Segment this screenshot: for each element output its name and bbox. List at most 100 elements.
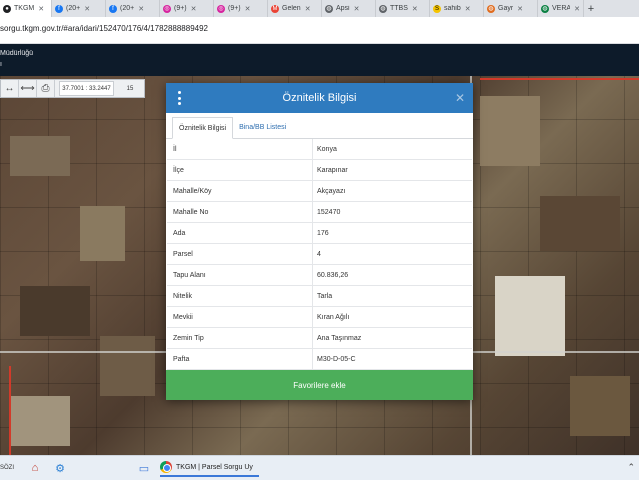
tab-building-list[interactable]: Bina/BB Listesi <box>233 116 292 138</box>
row-key: Mevkii <box>173 313 193 321</box>
home-icon[interactable]: ⌂ <box>27 460 43 476</box>
table-row: Mevkii Kıran Ağılı <box>167 306 472 328</box>
browser-tab-10[interactable]: ◍ VERA ✕ <box>538 0 584 17</box>
table-row: Tapu Alanı 60.836,26 <box>167 264 472 286</box>
row-value: 176 <box>312 222 472 244</box>
browser-tab-label: Apsi <box>336 5 350 12</box>
map-field <box>10 396 70 446</box>
browser-tab-7[interactable]: ◍ TTBS ✕ <box>376 0 430 17</box>
close-icon[interactable]: ✕ <box>305 5 311 13</box>
browser-tab-9[interactable]: ◍ Gayr ✕ <box>484 0 538 17</box>
site-icon: ◍ <box>541 4 549 13</box>
map-field <box>480 96 540 166</box>
close-icon[interactable]: ✕ <box>354 5 360 13</box>
browser-tab-1[interactable]: f (20+ ✕ <box>52 0 106 17</box>
new-tab-button[interactable]: + <box>584 0 598 17</box>
row-key: İl <box>173 145 177 153</box>
map-field <box>570 376 630 436</box>
map-field <box>80 206 125 261</box>
tray-icon[interactable]: ⌃ <box>627 462 635 473</box>
organization-subtitle: ı <box>0 61 2 68</box>
row-key: Mahalle/Köy <box>173 187 212 195</box>
row-value: Kıran Ağılı <box>312 306 472 328</box>
row-value: Tarla <box>312 285 472 307</box>
close-icon[interactable]: ✕ <box>138 5 144 13</box>
close-icon[interactable]: ✕ <box>517 5 523 13</box>
dialog-tabs: Öznitelik Bilgisi Bina/BB Listesi <box>166 113 473 139</box>
instagram-icon: ◎ <box>163 4 171 13</box>
row-key: İlçe <box>173 166 184 174</box>
map-field <box>100 336 155 396</box>
row-value: M30-D-05-C <box>312 348 472 370</box>
row-value: Karapınar <box>312 159 472 181</box>
table-row: Zemin Tip Ana Taşınmaz <box>167 327 472 349</box>
browser-tab-label: VERA <box>552 5 571 12</box>
zoom-level: 15 <box>126 85 134 92</box>
taskbar-app-chrome[interactable]: TKGM | Parsel Sorgu Uy <box>160 459 259 477</box>
file-icon[interactable]: ▭ <box>136 460 152 476</box>
map-field <box>540 196 620 251</box>
browser-tab-4[interactable]: ◎ (9+) ✕ <box>214 0 268 17</box>
browser-tab-label: TTBS <box>390 5 408 12</box>
table-row: Pafta M30-D-05-C <box>167 348 472 370</box>
taskbar-app-label: TKGM | Parsel Sorgu Uy <box>176 463 253 471</box>
coordinate-readout: 37.7001 : 33.2447 <box>59 81 114 96</box>
row-key: Nitelik <box>173 292 193 300</box>
kebab-menu-icon[interactable] <box>176 91 182 105</box>
row-key: Pafta <box>173 355 190 363</box>
browser-tab-strip: ● TKGM ✕ f (20+ ✕ f (20+ ✕ ◎ (9+) ✕ ◎ (9… <box>0 0 639 17</box>
map-boundary-line <box>9 366 11 455</box>
close-icon[interactable]: ✕ <box>455 91 465 105</box>
site-icon: ◍ <box>379 4 387 13</box>
browser-tab-label: (9+) <box>174 5 187 12</box>
browser-tab-0[interactable]: ● TKGM ✕ <box>0 0 52 17</box>
measure-icon[interactable]: ⟷ <box>19 80 37 97</box>
attribute-table: İl Konya İlçe Karapınar Mahalle/Köy Akçayaz… <box>166 138 473 370</box>
browser-tab-label: (20+ <box>120 5 135 12</box>
sahibinden-icon: S <box>433 4 441 13</box>
add-to-favorites-button[interactable]: Favorilere ekle <box>166 370 473 400</box>
close-icon[interactable]: ✕ <box>245 5 251 13</box>
site-icon: ◍ <box>325 4 333 13</box>
table-row: Nitelik Tarla <box>167 285 472 307</box>
row-value: 152470 <box>312 201 472 223</box>
close-icon[interactable]: ✕ <box>38 5 44 13</box>
browser-tab-3[interactable]: ◎ (9+) ✕ <box>160 0 214 17</box>
taskbar: SÖZI ⌂ ⚙ ▭ TKGM | Parsel Sorgu Uy ⌃ <box>0 455 639 480</box>
table-row: İlçe Karapınar <box>167 159 472 181</box>
browser-tab-label: (20+ <box>66 5 81 12</box>
taskbar-text: SÖZI <box>0 465 15 471</box>
row-value: 4 <box>312 243 472 265</box>
network-icon[interactable]: ⚙ <box>52 460 68 476</box>
close-icon[interactable]: ✕ <box>191 5 197 13</box>
dialog-header: Öznitelik Bilgisi ✕ <box>166 83 473 113</box>
browser-tab-label: Gayr <box>498 5 514 12</box>
table-row: Parsel 4 <box>167 243 472 265</box>
table-row: Mahalle No 152470 <box>167 201 472 223</box>
table-row: Ada 176 <box>167 222 472 244</box>
row-value: Akçayazı <box>312 180 472 202</box>
address-bar[interactable]: sorgu.tkgm.gov.tr/#ara/idari/152470/176/… <box>0 17 639 44</box>
print-icon[interactable]: ⎙ <box>37 80 55 97</box>
url-text[interactable]: sorgu.tkgm.gov.tr/#ara/idari/152470/176/… <box>0 24 208 33</box>
map-boundary-line <box>480 78 639 80</box>
chrome-icon <box>160 461 172 473</box>
browser-tab-8[interactable]: S sahib ✕ <box>430 0 484 17</box>
close-icon[interactable]: ✕ <box>465 5 471 13</box>
close-icon[interactable]: ✕ <box>84 5 90 13</box>
browser-tab-6[interactable]: ◍ Apsi ✕ <box>322 0 376 17</box>
browser-tab-5[interactable]: M Gelen ✕ <box>268 0 322 17</box>
tab-attribute-info[interactable]: Öznitelik Bilgisi <box>172 117 234 139</box>
pan-icon[interactable]: ↔ <box>1 80 19 97</box>
row-key: Zemin Tip <box>173 334 204 342</box>
close-icon[interactable]: ✕ <box>412 5 418 13</box>
map-field <box>10 136 70 176</box>
close-icon[interactable]: ✕ <box>574 5 580 13</box>
row-value: Ana Taşınmaz <box>312 327 472 349</box>
organization-name: Müdürlüğü <box>0 50 34 57</box>
row-key: Mahalle No <box>173 208 209 216</box>
site-header: Müdürlüğü ı <box>0 44 639 76</box>
location-pin-icon: ● <box>3 4 11 13</box>
instagram-icon: ◎ <box>217 4 225 13</box>
browser-tab-2[interactable]: f (20+ ✕ <box>106 0 160 17</box>
